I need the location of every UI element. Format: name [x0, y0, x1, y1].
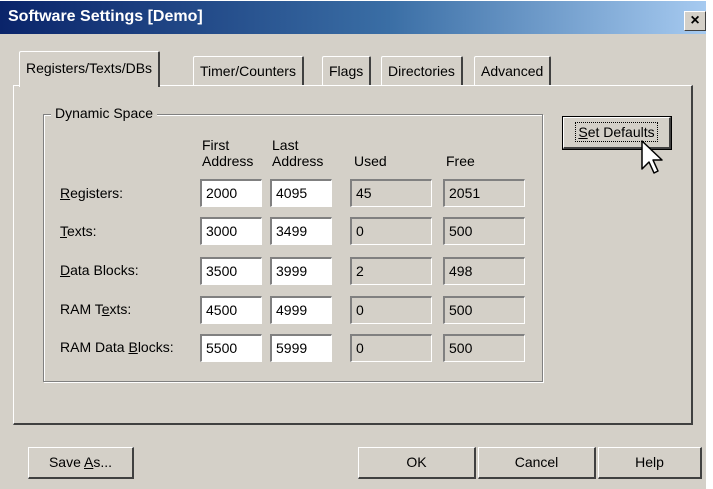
- data-blocks-last-input[interactable]: 3999: [270, 257, 332, 285]
- texts-first-input[interactable]: 3000: [200, 217, 262, 245]
- mouse-pointer-icon: [641, 140, 663, 174]
- save-as-label: Save As...: [48, 454, 113, 470]
- ram-texts-first-input[interactable]: 4500: [200, 296, 262, 324]
- ram-data-blocks-label: RAM Data Blocks:: [60, 339, 174, 355]
- tab-registers-texts-dbs[interactable]: Registers/Texts/DBs: [19, 51, 161, 87]
- help-button[interactable]: Help: [598, 447, 702, 479]
- header-free: Free: [446, 153, 475, 169]
- ram-texts-label: RAM Texts:: [60, 301, 132, 317]
- tab-label: Directories: [388, 63, 455, 79]
- close-button[interactable]: ×: [684, 11, 706, 31]
- window-title: Software Settings [Demo]: [8, 8, 203, 25]
- tab-label: Flags: [329, 63, 364, 79]
- cancel-button[interactable]: Cancel: [478, 447, 596, 479]
- tab-label: Registers/Texts/DBs: [26, 60, 153, 76]
- ram-data-blocks-last-input[interactable]: 5999: [270, 334, 332, 362]
- registers-used-value: 45: [350, 179, 432, 207]
- registers-last-input[interactable]: 4095: [270, 179, 332, 207]
- ram-texts-used-value: 0: [350, 296, 432, 324]
- texts-last-input[interactable]: 3499: [270, 217, 332, 245]
- tab-flags[interactable]: Flags: [322, 56, 372, 86]
- registers-label: Registers:: [60, 185, 124, 201]
- ok-button[interactable]: OK: [358, 447, 476, 479]
- header-last-address: Last Address: [272, 137, 324, 169]
- data-blocks-free-value: 498: [443, 257, 525, 285]
- ram-data-blocks-used-value: 0: [350, 334, 432, 362]
- save-as-button[interactable]: Save As...: [28, 447, 134, 479]
- ram-data-blocks-first-input[interactable]: 5500: [200, 334, 262, 362]
- data-blocks-used-value: 2: [350, 257, 432, 285]
- settings-window: Software Settings [Demo] × Registers/Tex…: [0, 0, 706, 489]
- data-blocks-first-input[interactable]: 3500: [200, 257, 262, 285]
- tab-directories[interactable]: Directories: [381, 56, 463, 86]
- registers-free-value: 2051: [443, 179, 525, 207]
- group-title: Dynamic Space: [51, 105, 158, 121]
- header-used: Used: [354, 153, 387, 169]
- tab-label: Advanced: [481, 63, 544, 79]
- header-first-address: First Address: [202, 137, 254, 169]
- ram-data-blocks-free-value: 500: [443, 334, 525, 362]
- ram-texts-free-value: 500: [443, 296, 525, 324]
- title-bar[interactable]: Software Settings [Demo] ×: [0, 1, 706, 34]
- tab-timer-counters[interactable]: Timer/Counters: [193, 56, 304, 86]
- texts-used-value: 0: [350, 217, 432, 245]
- tab-advanced[interactable]: Advanced: [474, 56, 552, 86]
- texts-label: Texts:: [60, 223, 97, 239]
- tab-label: Timer/Counters: [200, 63, 296, 79]
- ram-texts-last-input[interactable]: 4999: [270, 296, 332, 324]
- registers-first-input[interactable]: 2000: [200, 179, 262, 207]
- data-blocks-label: Data Blocks:: [60, 262, 139, 278]
- texts-free-value: 500: [443, 217, 525, 245]
